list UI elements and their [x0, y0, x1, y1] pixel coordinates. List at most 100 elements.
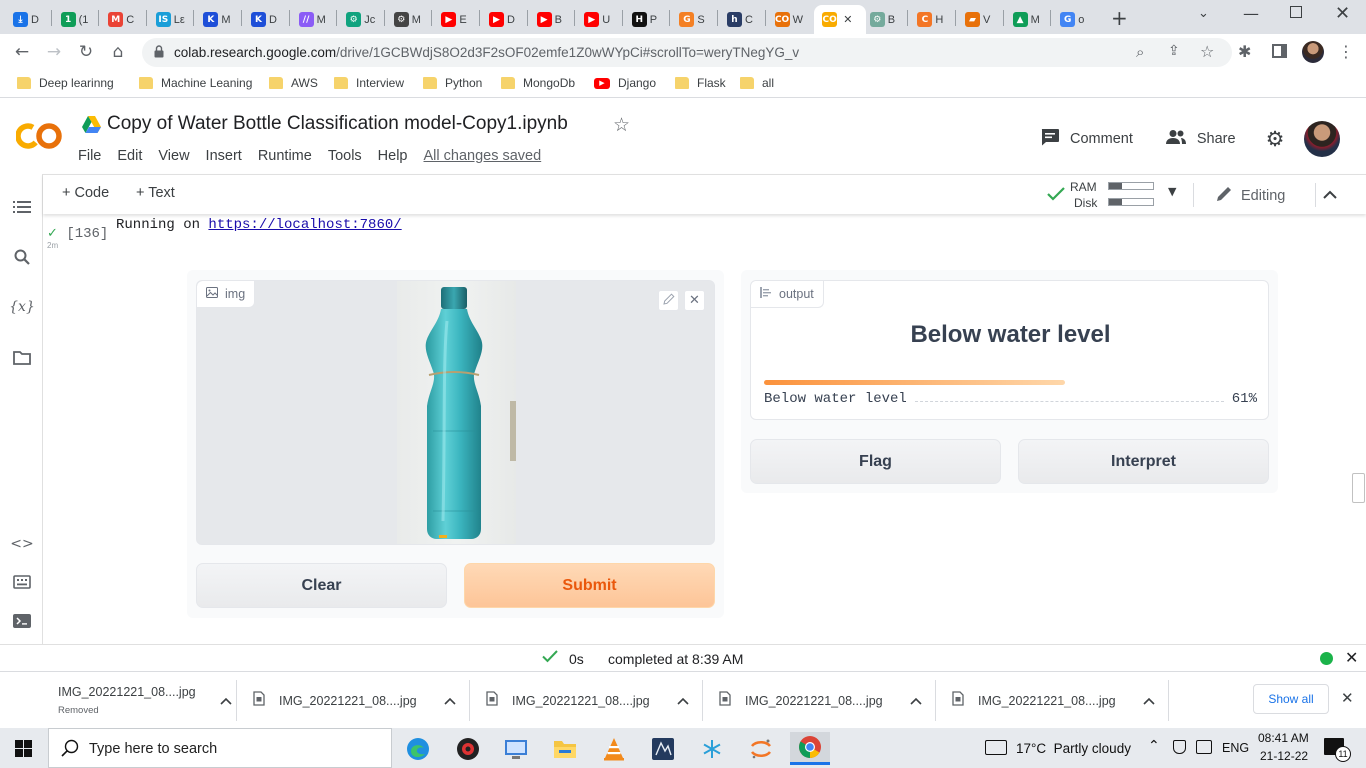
collapse-header-icon[interactable]: [1323, 187, 1337, 205]
window-close-icon[interactable]: ✕: [1335, 3, 1350, 24]
edge-app-icon[interactable]: [398, 732, 438, 765]
bookmark-django[interactable]: ▶ Django: [594, 76, 656, 90]
jupyter-app-icon[interactable]: [741, 732, 781, 765]
tab-search-icon[interactable]: ⌄: [1198, 6, 1209, 21]
add-text-button[interactable]: + Text: [136, 185, 175, 201]
home-icon[interactable]: ⌂: [104, 34, 132, 70]
menu-runtime[interactable]: Runtime: [258, 148, 312, 164]
browser-tab[interactable]: //M: [291, 5, 335, 34]
save-status[interactable]: All changes saved: [424, 148, 542, 164]
edit-image-button[interactable]: [658, 290, 679, 311]
browser-tab[interactable]: hC: [719, 5, 763, 34]
bookmark-mongodb[interactable]: MongoDb: [501, 76, 575, 90]
forward-icon[interactable]: →: [40, 34, 68, 70]
extensions-icon[interactable]: ✱: [1238, 42, 1251, 61]
bookmark-deep-learning[interactable]: Deep learinng: [17, 76, 114, 90]
chevron-up-icon[interactable]: [1143, 692, 1155, 710]
taskbar-search-box[interactable]: Type here to search: [48, 728, 392, 768]
bookmark-flask[interactable]: Flask: [675, 76, 726, 90]
menu-help[interactable]: Help: [378, 148, 408, 164]
interpret-button[interactable]: Interpret: [1018, 439, 1269, 484]
snowflake-app-icon[interactable]: [692, 732, 732, 765]
browser-tab[interactable]: ⚙ Jc: [338, 5, 382, 34]
clock-time[interactable]: 08:41 AM: [1258, 731, 1309, 745]
bookmark-interview[interactable]: Interview: [334, 76, 404, 90]
menu-tools[interactable]: Tools: [328, 148, 362, 164]
browser-tab[interactable]: CH: [909, 5, 953, 34]
browser-tab[interactable]: IS Lε: [148, 5, 192, 34]
download-item[interactable]: IMG_20221221_08....jpg: [253, 672, 466, 729]
remove-image-close-icon[interactable]: ✕: [684, 290, 705, 311]
weather-news-icon[interactable]: [985, 740, 1007, 755]
add-code-button[interactable]: + Code: [62, 185, 109, 201]
editing-mode-button[interactable]: Editing: [1216, 185, 1285, 206]
show-hidden-icons-chevron-icon[interactable]: ⌃: [1148, 738, 1160, 754]
browser-tab[interactable]: Go: [1052, 5, 1096, 34]
file-explorer-app-icon[interactable]: [545, 732, 585, 765]
completed-time[interactable]: completed at 8:39 AM: [608, 651, 743, 667]
comment-button[interactable]: Comment: [1040, 128, 1133, 150]
execution-indicator[interactable]: ✓ [136]: [47, 226, 108, 242]
clear-button[interactable]: Clear: [196, 563, 447, 608]
bookmark-machine-learning[interactable]: Machine Leaning: [139, 76, 252, 90]
browser-tab[interactable]: HP: [624, 5, 668, 34]
show-all-downloads-button[interactable]: Show all: [1253, 684, 1329, 714]
settings-gear-icon[interactable]: ⚙: [1266, 127, 1285, 151]
download-item[interactable]: IMG_20221221_08....jpg: [486, 672, 699, 729]
language-indicator[interactable]: ENG: [1222, 741, 1249, 755]
media-app-icon[interactable]: [448, 732, 488, 765]
image-input-area[interactable]: img ✕: [196, 280, 715, 545]
new-tab-icon[interactable]: +: [1111, 6, 1128, 30]
reload-icon[interactable]: ↻: [72, 34, 100, 70]
back-icon[interactable]: ←: [8, 34, 36, 70]
google-drive-icon[interactable]: [82, 116, 101, 138]
chevron-up-icon[interactable]: [444, 692, 456, 710]
chevron-up-icon[interactable]: [677, 692, 689, 710]
colab-logo[interactable]: [15, 121, 62, 151]
chrome-app-icon[interactable]: [790, 732, 830, 765]
download-item[interactable]: IMG_20221221_08....jpg: [952, 672, 1165, 729]
variables-icon[interactable]: {x}: [9, 296, 35, 318]
weather-text[interactable]: 17°C Partly cloudy: [1016, 741, 1131, 756]
address-bar[interactable]: colab.research.google.com/drive/1GCBWdjS…: [142, 38, 1232, 67]
downloads-close-icon[interactable]: ✕: [1341, 689, 1354, 707]
clock-date[interactable]: 21-12-22: [1260, 749, 1308, 763]
chevron-up-icon[interactable]: [220, 692, 232, 710]
menu-insert[interactable]: Insert: [206, 148, 242, 164]
browser-tab[interactable]: KM: [195, 5, 239, 34]
browser-tab[interactable]: ▲ M: [1005, 5, 1049, 34]
network-icon[interactable]: [1196, 740, 1212, 754]
bookmark-star-icon[interactable]: ☆: [1200, 42, 1214, 61]
browser-tab[interactable]: MC: [100, 5, 144, 34]
bookmark-python[interactable]: Python: [423, 76, 482, 90]
browser-tab[interactable]: ⤓ D: [5, 5, 49, 34]
browser-tab[interactable]: ⚙ M: [386, 5, 430, 34]
status-close-icon[interactable]: ✕: [1345, 648, 1358, 667]
browser-tab[interactable]: KD: [243, 5, 287, 34]
camera-icon[interactable]: [1173, 740, 1186, 754]
restore-icon[interactable]: [1290, 6, 1302, 18]
page-scrollbar-thumb[interactable]: [1352, 473, 1365, 503]
browser-tab[interactable]: ▶ B: [529, 5, 573, 34]
runtime-dropdown-icon[interactable]: ▼: [1168, 185, 1176, 198]
star-icon[interactable]: ☆: [613, 114, 630, 136]
tab-close-icon[interactable]: ✕: [843, 13, 852, 26]
side-panel-icon[interactable]: [1272, 44, 1287, 58]
minimize-icon[interactable]: —: [1243, 4, 1259, 23]
share-page-icon[interactable]: ⇪: [1168, 43, 1180, 59]
chrome-menu-icon[interactable]: ⋮: [1338, 42, 1354, 61]
bookmark-all[interactable]: all: [740, 76, 774, 90]
search-icon[interactable]: [11, 246, 33, 268]
share-button[interactable]: Share: [1165, 129, 1236, 149]
command-palette-icon[interactable]: [11, 571, 33, 593]
browser-tab[interactable]: CO ✕: [814, 5, 867, 34]
browser-tab[interactable]: ▶ U: [576, 5, 620, 34]
vlc-app-icon[interactable]: [594, 732, 634, 765]
download-item[interactable]: IMG_20221221_08....jpg Removed: [29, 672, 242, 729]
bookmark-aws[interactable]: AWS: [269, 76, 318, 90]
browser-tab[interactable]: ▰ V: [957, 5, 1001, 34]
browser-tab[interactable]: CO W: [767, 5, 811, 34]
anaconda-app-icon[interactable]: [643, 732, 683, 765]
notebook-title[interactable]: Copy of Water Bottle Classification mode…: [107, 113, 568, 135]
localhost-link[interactable]: https://localhost:7860/: [208, 217, 401, 233]
